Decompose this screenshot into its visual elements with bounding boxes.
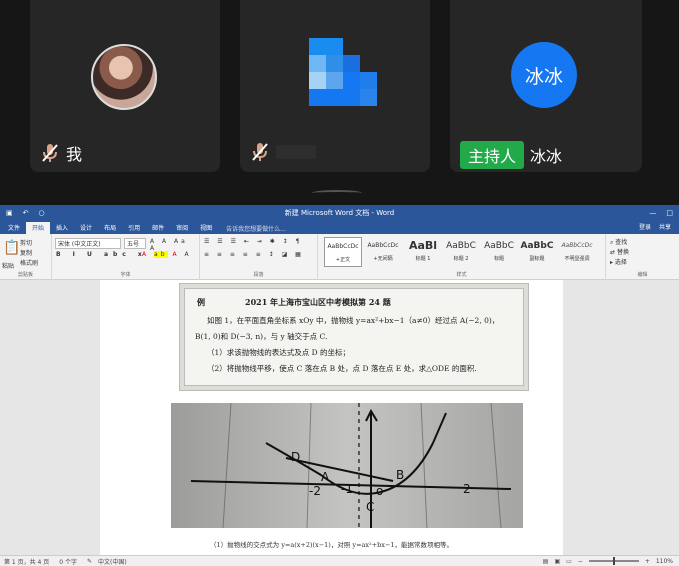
svg-text:B: B (396, 468, 404, 482)
svg-text:o: o (376, 484, 383, 498)
participant-name: 我 (66, 145, 83, 164)
question-label: 例 (197, 297, 205, 307)
word-count[interactable]: 0 个字 (59, 557, 77, 566)
sign-in-link[interactable]: 登录 (639, 222, 651, 231)
blurred-name (276, 145, 316, 159)
question-title: 2021 年上海市宝山区中考模拟第 24 题 (245, 297, 391, 307)
editing-label: 编辑 (637, 272, 648, 278)
cut-button[interactable]: 剪切 (20, 238, 32, 247)
clipboard-group: 📋 粘贴 剪切 复制 格式刷 剪贴板 (0, 234, 52, 280)
question-line: B(1, 0)和 D(−3, n)，与 y 轴交于点 C. (195, 332, 328, 341)
solution-caption: （1）抛物线的交点式为 y=a(x+2)(x−1)，对照 y=ax²+bx−1，… (210, 541, 454, 549)
svg-text:D: D (291, 450, 300, 464)
status-bar: 第 1 页，共 4 页 0 个字 ✎ 中文(中国) ▤ ▣ ▭ − + 110% (0, 555, 679, 566)
window-title: 新建 Microsoft Word 文档 - Word (284, 208, 395, 217)
find-button[interactable]: ⌕ 查找 (610, 237, 627, 247)
zoom-level[interactable]: 110% (656, 558, 673, 565)
style-heading-1[interactable]: AaBl 标题 1 (404, 237, 442, 267)
svg-text:A: A (321, 470, 330, 484)
paste-label[interactable]: 粘贴 (2, 261, 14, 270)
align-icons[interactable]: ≡ ≡ ≡ ≡ ≡ ↕ ◪ ▦ (204, 251, 304, 258)
tab-design[interactable]: 设计 (74, 222, 98, 234)
styles-label: 样式 (456, 272, 467, 278)
style-subtitle[interactable]: AaBbC 副标题 (518, 237, 556, 267)
tab-insert[interactable]: 插入 (50, 222, 74, 234)
zoom-out-icon[interactable]: − (578, 558, 583, 565)
style-subtle-emphasis[interactable]: AaBbCcDc 不明显强调 (558, 237, 596, 267)
tell-me-search[interactable]: 告诉我您想要做什么... (218, 223, 294, 234)
minimize-icon[interactable]: — (649, 209, 656, 217)
list-icons[interactable]: ☰ ☰ ☰ ⇤ ⇥ ✱ ↕ ¶ (204, 238, 302, 245)
paragraph-group: ☰ ☰ ☰ ⇤ ⇥ ✱ ↕ ¶ ≡ ≡ ≡ ≡ ≡ ↕ ◪ ▦ 段落 (200, 234, 318, 280)
question-line: （1）求该抛物线的表达式及点 D 的坐标； (207, 348, 351, 357)
ribbon-home: 📋 粘贴 剪切 复制 格式刷 剪贴板 宋体 (中文正文) 五号 A A Aa A… (0, 234, 679, 280)
zoom-in-icon[interactable]: + (645, 558, 650, 565)
participant-tile-2[interactable] (240, 0, 430, 172)
font-group: 宋体 (中文正文) 五号 A A Aa A B I U abc x x A ab… (52, 234, 200, 280)
participant-name: 冰冰 (530, 147, 563, 166)
svg-text:-1: -1 (341, 482, 353, 496)
language[interactable]: 中文(中国) (98, 557, 127, 566)
font-label: 字体 (120, 272, 131, 278)
mic-muted-icon (250, 141, 270, 163)
tab-view[interactable]: 视图 (194, 222, 218, 234)
style-heading-2[interactable]: AaBbC 标题 2 (442, 237, 480, 267)
ribbon-tabs: 文件 开始 插入 设计 布局 引用 邮件 审阅 视图 告诉我您想要做什么... … (0, 220, 679, 234)
title-bar: ▣ ↶ ○ 新建 Microsoft Word 文档 - Word — □ (0, 205, 679, 220)
participant-tile-self[interactable]: 我 (30, 0, 220, 172)
paragraph-label: 段落 (253, 272, 264, 278)
meeting-video-panel: 我 冰冰 主持人 冰冰 (0, 0, 679, 205)
styles-group: AaBbCcDc +正文 AaBbCcDc +无间隔 AaBl 标题 1 AaBbC 标… (318, 234, 606, 280)
question-line: 如图 1，在平面直角坐标系 xOy 中，抛物线 y=ax²+bx−1（a≠0）经… (207, 316, 500, 325)
tab-references[interactable]: 引用 (122, 222, 146, 234)
participant-tile-host[interactable]: 冰冰 主持人 冰冰 (450, 0, 642, 172)
select-button[interactable]: ▸ 选择 (610, 257, 627, 266)
host-badge: 主持人 (460, 141, 525, 169)
drag-handle[interactable] (312, 190, 362, 196)
maximize-icon[interactable]: □ (666, 209, 673, 217)
blurred-avatar (309, 38, 377, 106)
avatar (91, 44, 157, 110)
replace-button[interactable]: ⇄ 替换 (610, 247, 629, 256)
style-title[interactable]: AaBbC 标题 (480, 237, 518, 267)
question-line: （2）将抛物线平移，使点 C 落在点 B 处，点 D 落在点 E 处，求△ODE… (207, 364, 477, 373)
font-grow-shrink-icons[interactable]: A A Aa A (150, 238, 199, 252)
web-layout-icon[interactable]: ▭ (566, 558, 572, 565)
tab-home[interactable]: 开始 (26, 222, 51, 234)
font-name-select[interactable]: 宋体 (中文正文) (55, 238, 121, 249)
clipboard-label: 剪贴板 (17, 272, 33, 278)
question-image: 例 2021 年上海市宝山区中考模拟第 24 题 如图 1，在平面直角坐标系 x… (184, 288, 524, 386)
svg-text:2: 2 (463, 482, 471, 496)
font-size-select[interactable]: 五号 (124, 238, 146, 249)
color-icons[interactable]: A ab A A (142, 251, 192, 258)
document-canvas[interactable]: 例 2021 年上海市宝山区中考模拟第 24 题 如图 1，在平面直角坐标系 x… (0, 280, 679, 555)
style-normal[interactable]: AaBbCcDc +正文 (324, 237, 362, 267)
word-window: ▣ ↶ ○ 新建 Microsoft Word 文档 - Word — □ 文件… (0, 205, 679, 566)
style-no-spacing[interactable]: AaBbCcDc +无间隔 (364, 237, 402, 267)
tab-review[interactable]: 审阅 (170, 222, 194, 234)
tab-layout[interactable]: 布局 (98, 222, 122, 234)
avatar: 冰冰 (511, 42, 577, 108)
print-layout-icon[interactable]: ▣ (554, 558, 560, 565)
page-info[interactable]: 第 1 页，共 4 页 (4, 557, 49, 566)
copy-button[interactable]: 复制 (20, 248, 32, 257)
tab-file[interactable]: 文件 (2, 222, 26, 234)
zoom-slider[interactable] (588, 557, 639, 565)
proofing-icon[interactable]: ✎ (87, 558, 92, 565)
mic-muted-icon (40, 142, 60, 164)
svg-text:C: C (366, 500, 374, 514)
handwritten-graph-photo: D A B Co -2 -1 2 (171, 403, 523, 528)
tab-mailings[interactable]: 邮件 (146, 222, 170, 234)
format-painter-button[interactable]: 格式刷 (20, 258, 38, 267)
editing-group: ⌕ 查找 ⇄ 替换 ▸ 选择 编辑 (606, 234, 679, 280)
paste-icon[interactable]: 📋 (3, 240, 20, 256)
share-button[interactable]: 共享 (659, 222, 671, 231)
svg-text:-2: -2 (309, 484, 321, 498)
read-mode-icon[interactable]: ▤ (543, 558, 549, 565)
